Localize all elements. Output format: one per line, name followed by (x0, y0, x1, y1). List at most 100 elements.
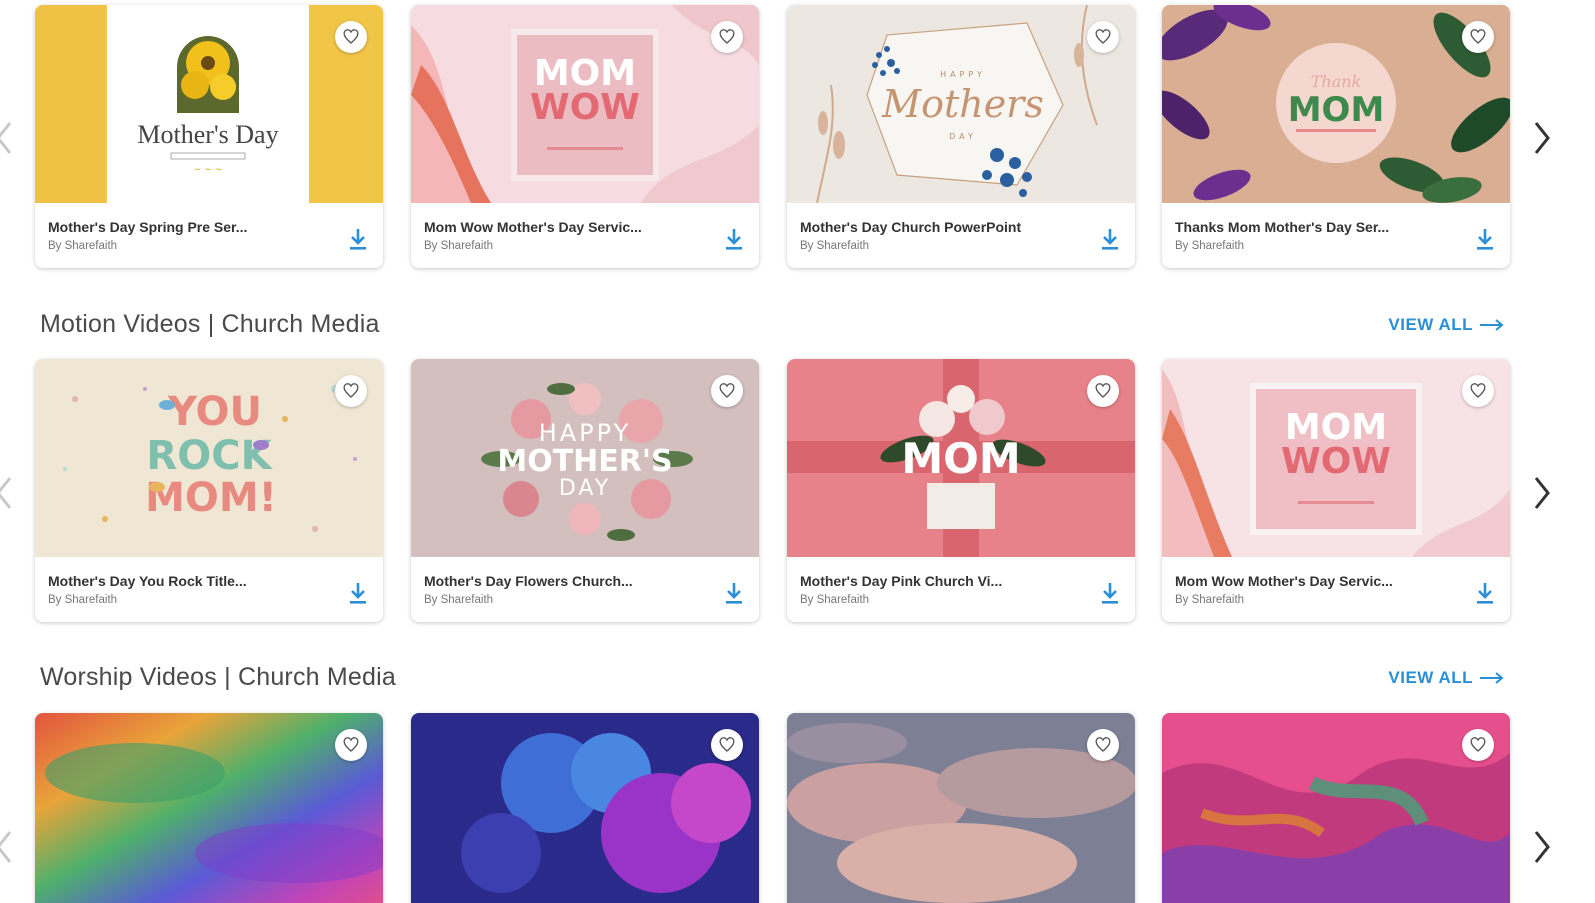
heart-outline-icon (719, 29, 735, 44)
card-meta: Mom Wow Mother's Day Servic... By Sharef… (1162, 557, 1510, 622)
heart-outline-icon (1095, 383, 1111, 398)
card-title[interactable]: Mother's Day Spring Pre Ser... (48, 219, 247, 235)
card-thumbnail[interactable] (1162, 713, 1510, 903)
heart-outline-icon (343, 29, 359, 44)
chevron-right-icon (1534, 477, 1550, 509)
video-card[interactable] (411, 713, 759, 903)
video-card[interactable]: HAPPY MOTHER'S DAY Mother's Day Flowers … (411, 359, 759, 622)
thumbnail-text: Mothers (881, 82, 1044, 126)
card-title[interactable]: Mother's Day Flowers Church... (424, 573, 633, 589)
favorite-button[interactable] (711, 729, 743, 761)
favorite-button[interactable] (1462, 375, 1494, 407)
card-author: By Sharefaith (1175, 594, 1245, 606)
card-thumbnail[interactable]: MOM WOW (1162, 359, 1510, 557)
video-card[interactable]: MOM WOW Mom Wow Mother's Day Servic... B… (1162, 359, 1510, 622)
card-thumbnail[interactable]: MOM (787, 359, 1135, 557)
thumbnail-text: MOM! (145, 475, 277, 521)
svg-text:~ ~ ~: ~ ~ ~ (194, 165, 222, 175)
favorite-button[interactable] (1087, 729, 1119, 761)
template-card[interactable]: HAPPY Mothers DAY Mother's Day Church Po… (787, 5, 1135, 268)
card-title[interactable]: Mother's Day You Rock Title... (48, 573, 247, 589)
video-card[interactable]: YOU ROCK MOM! Mother's Day You Rock Titl… (35, 359, 383, 622)
thumbnail-text: YOU (167, 389, 262, 435)
chevron-right-icon (1534, 831, 1550, 863)
view-all-label: VIEW ALL (1388, 668, 1473, 687)
download-icon[interactable] (1474, 227, 1496, 251)
favorite-button[interactable] (1087, 375, 1119, 407)
video-card[interactable] (35, 713, 383, 903)
card-thumbnail[interactable] (411, 713, 759, 903)
card-thumbnail[interactable]: Mother's Day ~ ~ ~ (35, 5, 383, 203)
carousel-row-worship-videos: Worship Videos | Church Media VIEW ALL (0, 653, 1595, 903)
thumbnail-text: MOM (1288, 90, 1385, 130)
card-meta: Mother's Day Church PowerPoint By Sharef… (787, 203, 1135, 268)
card-title[interactable]: Mother's Day Church PowerPoint (800, 219, 1021, 235)
card-thumbnail[interactable] (35, 713, 383, 903)
long-arrow-right-icon (1480, 672, 1504, 684)
card-meta: Mother's Day Flowers Church... By Sharef… (411, 557, 759, 622)
card-title[interactable]: Thanks Mom Mother's Day Ser... (1175, 219, 1389, 235)
long-arrow-right-icon (1480, 319, 1504, 331)
carousel-next-button[interactable] (1532, 475, 1552, 511)
card-thumbnail[interactable] (787, 713, 1135, 903)
thumbnail-text: DAY (559, 476, 611, 501)
favorite-button[interactable] (335, 21, 367, 53)
carousel-prev-button[interactable] (0, 475, 14, 511)
card-meta: Mom Wow Mother's Day Servic... By Sharef… (411, 203, 759, 268)
template-card[interactable]: Thank MOM Thanks Mom Mother's Day Ser...… (1162, 5, 1510, 268)
favorite-button[interactable] (1462, 729, 1494, 761)
favorite-button[interactable] (711, 375, 743, 407)
heart-outline-icon (1095, 29, 1111, 44)
card-meta: Mother's Day You Rock Title... By Sharef… (35, 557, 383, 622)
card-title[interactable]: Mom Wow Mother's Day Servic... (1175, 573, 1393, 589)
heart-outline-icon (343, 383, 359, 398)
card-author: By Sharefaith (800, 240, 870, 252)
thumbnail-text: DAY (949, 132, 977, 141)
carousel-row-top: Mother's Day ~ ~ ~ Mother's Day Spring P… (0, 0, 1595, 280)
carousel-next-button[interactable] (1532, 120, 1552, 156)
download-icon[interactable] (723, 227, 745, 251)
thumbnail-text: MOTHER'S (497, 444, 672, 479)
view-all-link[interactable]: VIEW ALL (1388, 668, 1505, 688)
card-author: By Sharefaith (424, 240, 494, 252)
favorite-button[interactable] (335, 729, 367, 761)
favorite-button[interactable] (335, 375, 367, 407)
download-icon[interactable] (347, 227, 369, 251)
template-card[interactable]: Mother's Day ~ ~ ~ Mother's Day Spring P… (35, 5, 383, 268)
heart-outline-icon (1095, 737, 1111, 752)
download-icon[interactable] (1099, 227, 1121, 251)
carousel-next-button[interactable] (1532, 829, 1552, 865)
carousel-prev-button[interactable] (0, 120, 14, 156)
video-card[interactable] (787, 713, 1135, 903)
card-thumbnail[interactable]: YOU ROCK MOM! (35, 359, 383, 557)
video-card[interactable]: MOM Mother's Day Pink Church Vi... By Sh… (787, 359, 1135, 622)
card-thumbnail[interactable]: HAPPY Mothers DAY (787, 5, 1135, 203)
thumbnail-text: WOW (1281, 441, 1391, 482)
download-icon[interactable] (723, 581, 745, 605)
thumbnail-text: HAPPY (539, 419, 632, 447)
chevron-right-icon (1534, 122, 1550, 154)
card-thumbnail[interactable]: MOM WOW (411, 5, 759, 203)
card-title[interactable]: Mom Wow Mother's Day Servic... (424, 219, 642, 235)
view-all-link[interactable]: VIEW ALL (1388, 315, 1505, 335)
download-icon[interactable] (1099, 581, 1121, 605)
favorite-button[interactable] (711, 21, 743, 53)
template-card[interactable]: MOM WOW Mom Wow Mother's Day Servic... B… (411, 5, 759, 268)
card-author: By Sharefaith (1175, 240, 1245, 252)
card-thumbnail[interactable]: HAPPY MOTHER'S DAY (411, 359, 759, 557)
thumbnail-text: WOW (530, 87, 640, 128)
thumbnail-text: ROCK (146, 433, 273, 479)
download-icon[interactable] (347, 581, 369, 605)
thumbnail-text: Mother's Day (137, 120, 278, 149)
video-card[interactable] (1162, 713, 1510, 903)
svg-text:Thank: Thank (1311, 72, 1362, 91)
chevron-left-icon (0, 477, 12, 509)
carousel-prev-button[interactable] (0, 829, 14, 865)
heart-outline-icon (1470, 383, 1486, 398)
download-icon[interactable] (1474, 581, 1496, 605)
favorite-button[interactable] (1462, 21, 1494, 53)
card-author: By Sharefaith (424, 594, 494, 606)
card-title[interactable]: Mother's Day Pink Church Vi... (800, 573, 1002, 589)
favorite-button[interactable] (1087, 21, 1119, 53)
card-thumbnail[interactable]: Thank MOM (1162, 5, 1510, 203)
